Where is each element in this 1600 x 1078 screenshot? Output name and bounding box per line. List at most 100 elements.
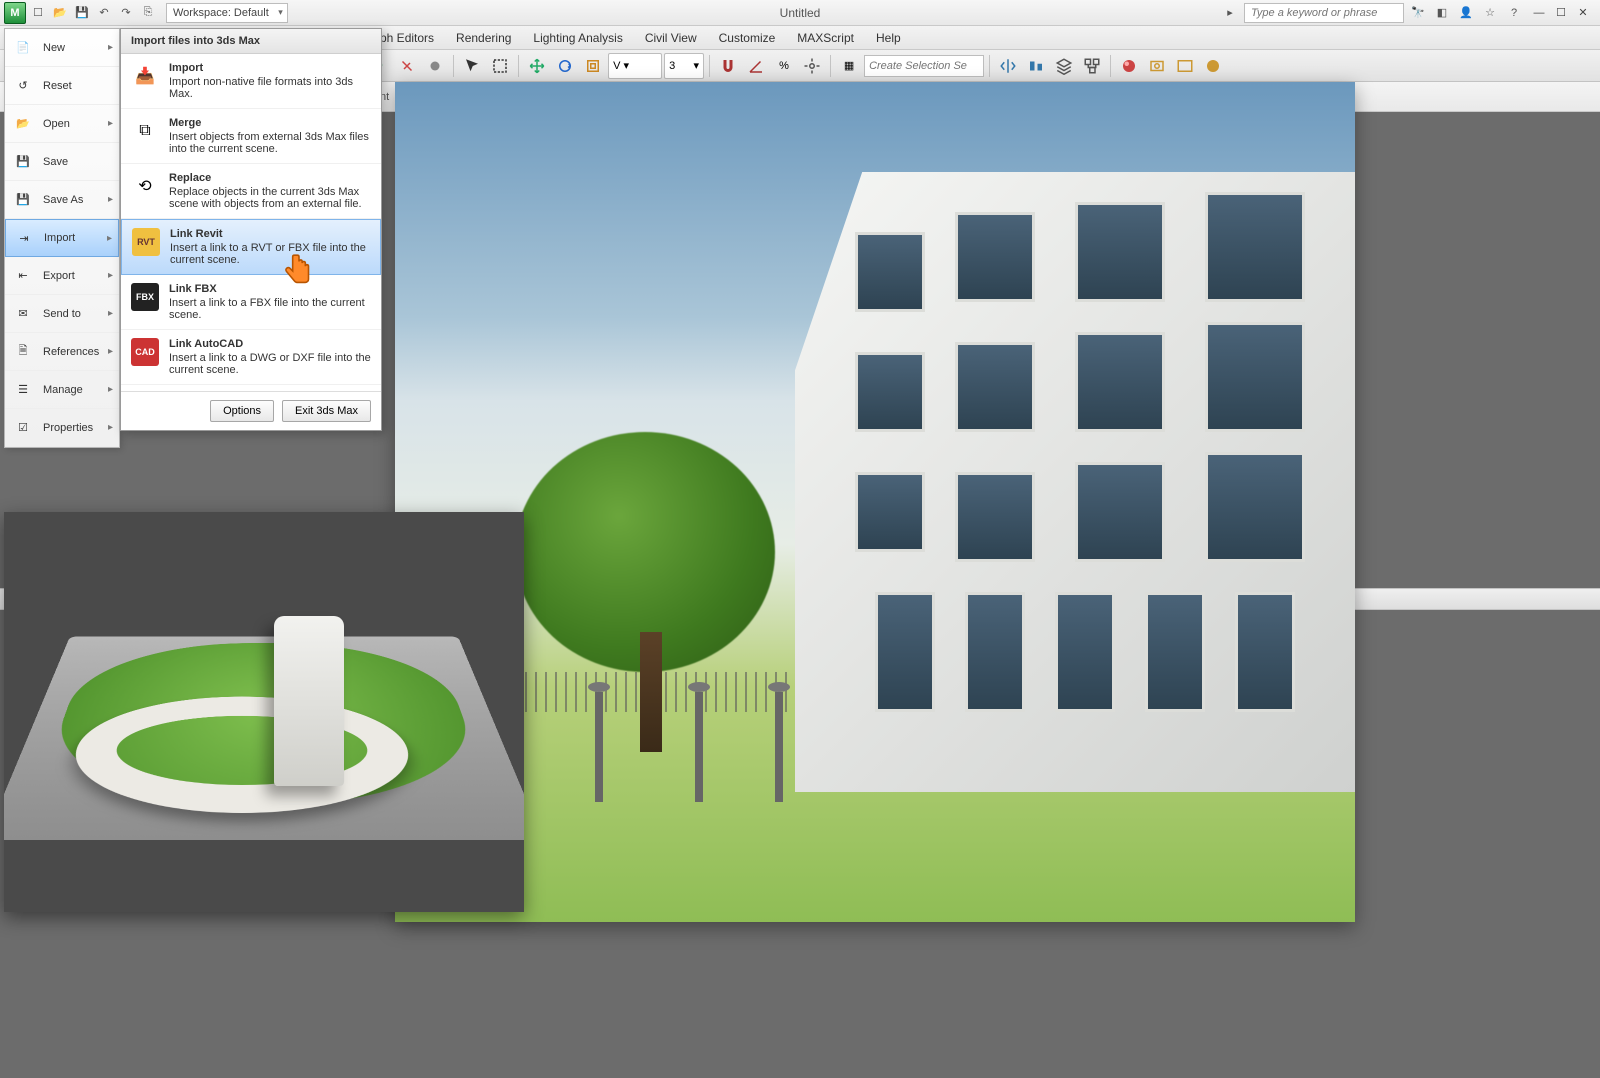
render-preview-thumb <box>4 512 524 912</box>
import-submenu: Import files into 3ds Max 📥 ImportImport… <box>120 28 382 431</box>
export-icon: ⇤ <box>11 264 35 288</box>
spinner-snap-icon[interactable] <box>799 53 825 79</box>
material-editor-icon[interactable] <box>1116 53 1142 79</box>
submenu-title: Link AutoCAD <box>169 338 371 350</box>
move-tool-icon[interactable] <box>524 53 550 79</box>
submenu-title: Link Revit <box>170 228 370 240</box>
toolbar-separator <box>830 55 831 77</box>
render-lamp <box>595 692 603 802</box>
layers-tool-icon[interactable] <box>1051 53 1077 79</box>
render-setup-icon[interactable] <box>1144 53 1170 79</box>
appmenu-new[interactable]: 📄 New▸ <box>5 29 119 67</box>
appmenu-send-to[interactable]: ✉ Send to▸ <box>5 295 119 333</box>
submenu-link-fbx[interactable]: FBX Link FBXInsert a link to a FBX file … <box>121 275 381 330</box>
appmenu-label: Import <box>44 232 75 244</box>
submenu-desc: Insert a link to a RVT or FBX file into … <box>170 242 366 266</box>
render-button-icon[interactable] <box>1200 53 1226 79</box>
appmenu-manage[interactable]: ☰ Manage▸ <box>5 371 119 409</box>
send-icon: ✉ <box>11 302 35 326</box>
rotate-tool-icon[interactable] <box>552 53 578 79</box>
qat-undo-icon[interactable]: ↶ <box>94 3 114 23</box>
star-icon[interactable]: ☆ <box>1480 3 1500 23</box>
appmenu-open[interactable]: 📂 Open▸ <box>5 105 119 143</box>
menu-help[interactable]: Help <box>866 27 911 49</box>
properties-icon: ☑ <box>11 416 35 440</box>
exit-button[interactable]: Exit 3ds Max <box>282 400 371 422</box>
appmenu-save-as[interactable]: 💾 Save As▸ <box>5 181 119 219</box>
info-arrow-icon[interactable]: ▸ <box>1220 3 1240 23</box>
references-icon: 🗎 <box>11 340 35 364</box>
bind-tool-icon[interactable] <box>422 53 448 79</box>
appmenu-label: Save As <box>43 194 83 206</box>
menu-customize[interactable]: Customize <box>709 27 786 49</box>
qat-save-icon[interactable]: 💾 <box>72 3 92 23</box>
unlink-tool-icon[interactable] <box>394 53 420 79</box>
appmenu-reset[interactable]: ↺ Reset <box>5 67 119 105</box>
qat-new-icon[interactable]: ☐ <box>28 3 48 23</box>
qat-open-icon[interactable]: 📂 <box>50 3 70 23</box>
appmenu-references[interactable]: 🗎 References▸ <box>5 333 119 371</box>
help-icon[interactable]: ? <box>1504 3 1524 23</box>
select-rect-tool-icon[interactable] <box>487 53 513 79</box>
render-building <box>795 172 1355 792</box>
selection-set-input[interactable] <box>864 55 984 77</box>
submenu-desc: Insert objects from external 3ds Max fil… <box>169 131 369 155</box>
submenu-desc: Insert a link to a FBX file into the cur… <box>169 297 365 321</box>
submenu-merge[interactable]: ⧉ MergeInsert objects from external 3ds … <box>121 109 381 164</box>
close-button[interactable]: ✕ <box>1572 4 1594 22</box>
coordinate-dropdown[interactable]: V ▾ <box>608 53 662 79</box>
scale-tool-icon[interactable] <box>580 53 606 79</box>
select-tool-icon[interactable] <box>459 53 485 79</box>
appmenu-properties[interactable]: ☑ Properties▸ <box>5 409 119 447</box>
submenu-import[interactable]: 📥 Import Import non-native file formats i… <box>121 54 381 109</box>
qat-redo-icon[interactable]: ↷ <box>116 3 136 23</box>
replace-icon: ⟲ <box>131 172 159 200</box>
percent-snap-icon[interactable]: % <box>771 53 797 79</box>
menu-civil-view[interactable]: Civil View <box>635 27 707 49</box>
submenu-title: Import <box>169 62 371 74</box>
save-as-icon: 💾 <box>11 188 35 212</box>
cube-icon[interactable]: ◧ <box>1432 3 1452 23</box>
window-controls: — ☐ ✕ <box>1528 4 1594 22</box>
axis-dropdown[interactable]: 3▾ <box>664 53 704 79</box>
menu-lighting-analysis[interactable]: Lighting Analysis <box>523 27 632 49</box>
submenu-desc: Import non-native file formats into 3ds … <box>169 76 353 100</box>
toolbar-separator <box>989 55 990 77</box>
qat-link-icon[interactable]: ⎘ <box>138 3 158 23</box>
render-preview-main <box>395 82 1355 922</box>
merge-icon: ⧉ <box>131 117 159 145</box>
schematic-view-icon[interactable] <box>1079 53 1105 79</box>
angle-snap-icon[interactable] <box>743 53 769 79</box>
appmenu-label: New <box>43 42 65 54</box>
fbx-icon: FBX <box>131 283 159 311</box>
render-lamp <box>775 692 783 802</box>
autocad-icon: CAD <box>131 338 159 366</box>
menu-maxscript[interactable]: MAXScript <box>787 27 864 49</box>
snap-toggle-icon[interactable] <box>715 53 741 79</box>
binoculars-icon[interactable]: 🔭 <box>1408 3 1428 23</box>
appmenu-export[interactable]: ⇤ Export▸ <box>5 257 119 295</box>
named-sets-icon[interactable]: ▦ <box>836 53 862 79</box>
submenu-link-revit[interactable]: RVT Link RevitInsert a link to a RVT or … <box>121 219 381 275</box>
search-input[interactable] <box>1244 3 1404 23</box>
workspace-dropdown[interactable]: Workspace: Default <box>166 3 288 23</box>
options-button[interactable]: Options <box>210 400 274 422</box>
application-menu: 📄 New▸ ↺ Reset 📂 Open▸ 💾 Save 💾 Save As▸… <box>4 28 120 448</box>
app-icon[interactable]: M <box>4 2 26 24</box>
align-tool-icon[interactable] <box>1023 53 1049 79</box>
appmenu-label: Send to <box>43 308 81 320</box>
menu-rendering[interactable]: Rendering <box>446 27 521 49</box>
import-file-icon: 📥 <box>131 62 159 90</box>
submenu-replace[interactable]: ⟲ ReplaceReplace objects in the current … <box>121 164 381 219</box>
minimize-button[interactable]: — <box>1528 4 1550 22</box>
render-frame-icon[interactable] <box>1172 53 1198 79</box>
appmenu-import[interactable]: ⇥ Import▸ <box>5 219 119 257</box>
mirror-tool-icon[interactable] <box>995 53 1021 79</box>
appmenu-save[interactable]: 💾 Save <box>5 143 119 181</box>
person-icon[interactable]: 👤 <box>1456 3 1476 23</box>
pointer-hand-icon <box>280 252 318 295</box>
appmenu-label: Open <box>43 118 70 130</box>
maximize-button[interactable]: ☐ <box>1550 4 1572 22</box>
submenu-link-autocad[interactable]: CAD Link AutoCADInsert a link to a DWG o… <box>121 330 381 385</box>
appmenu-label: Reset <box>43 80 72 92</box>
